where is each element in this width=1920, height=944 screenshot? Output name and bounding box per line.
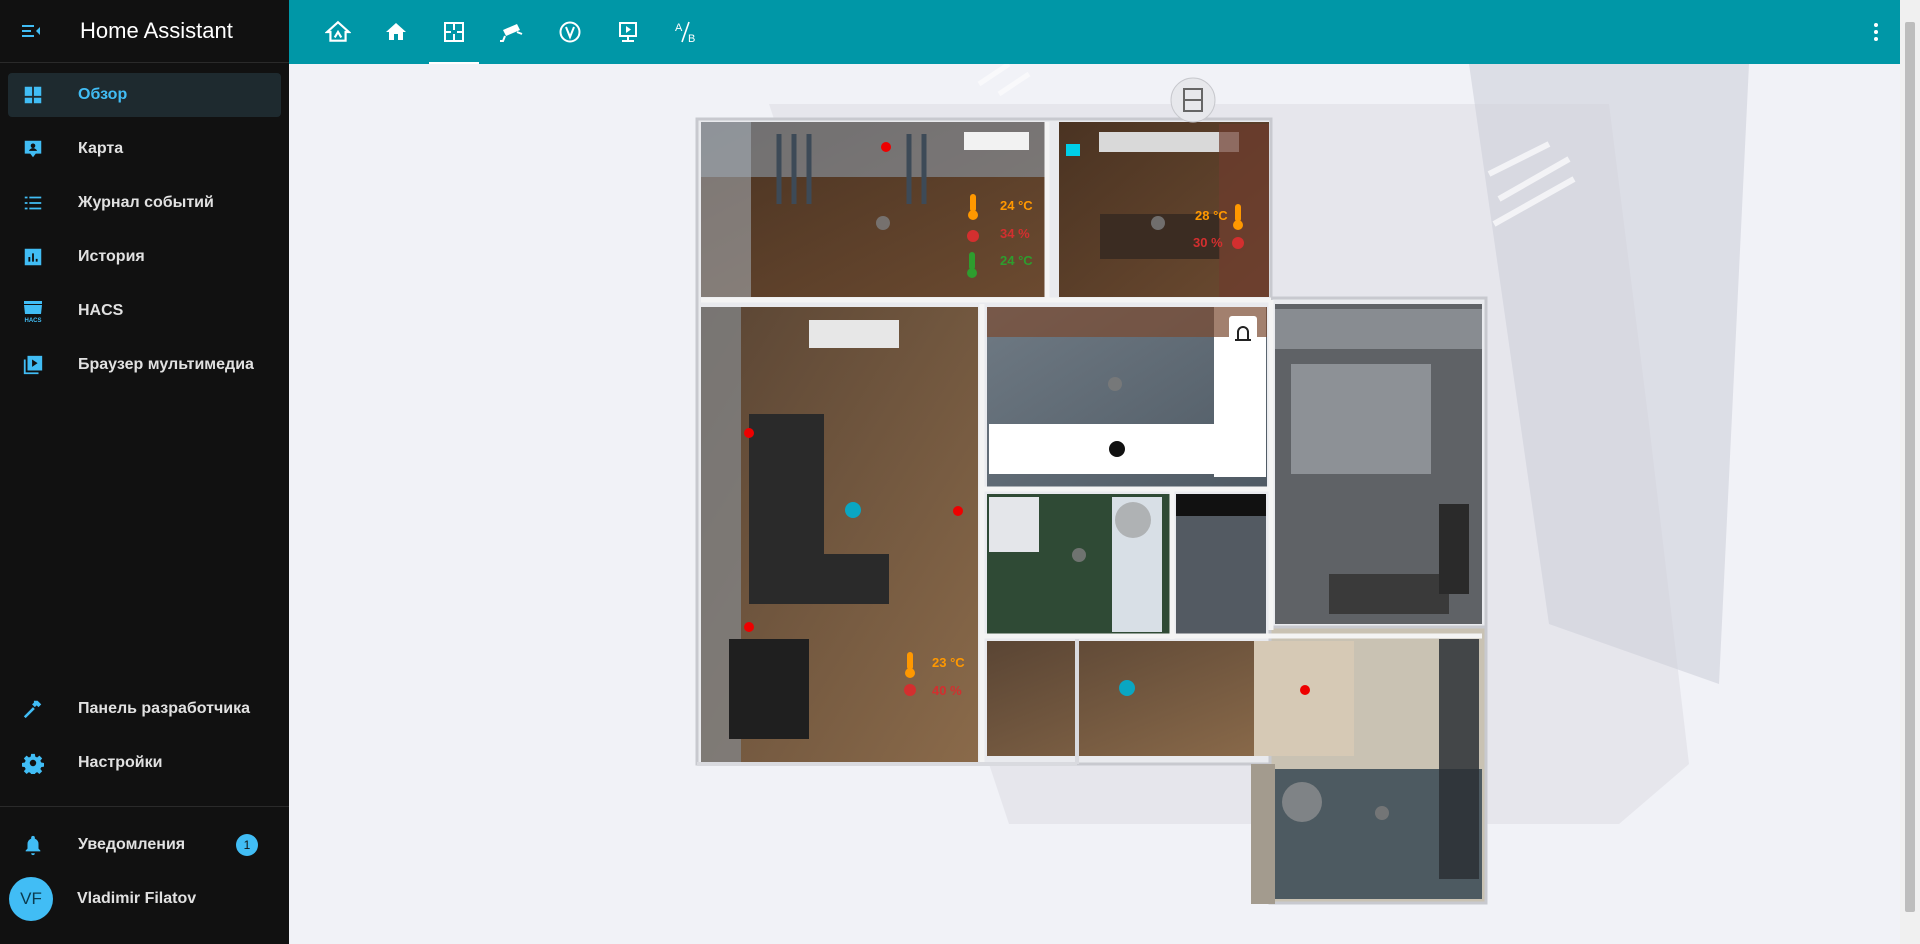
hacs-store-icon: HACS (21, 299, 45, 323)
history-chart-icon (21, 245, 45, 269)
sidebar: Home Assistant Обзор Карта Журнал событи… (0, 0, 289, 944)
bell-icon (21, 833, 45, 857)
sidebar-item-label: HACS (78, 302, 124, 319)
sidebar-item-map[interactable]: Карта (8, 127, 281, 171)
gear-icon (21, 751, 45, 775)
sidebar-item-label: История (78, 248, 145, 265)
sidebar-item-label: Панель разработчика (78, 700, 251, 717)
notification-count-badge: 1 (236, 834, 258, 856)
floorplan-view: 24 °C 34 % 24 °C 28 °C 30 % 23 °C 40 % (289, 64, 1900, 944)
temperature-label[interactable]: 23 °C (932, 655, 965, 670)
sidebar-item-label: Уведомления (78, 836, 186, 853)
tv-play-icon (619, 22, 637, 42)
menu-open-icon (22, 25, 40, 37)
hammer-icon (21, 697, 45, 721)
sidebar-divider (0, 806, 289, 807)
sidebar-item-history[interactable]: История (8, 235, 281, 279)
top-bar: AB (289, 0, 1900, 64)
sidebar-item-media-browser[interactable]: Браузер мультимедиа (8, 343, 281, 387)
svg-text:B: B (688, 33, 695, 45)
svg-text:A: A (675, 22, 683, 34)
temperature-label[interactable]: 28 °C (1195, 208, 1228, 223)
overflow-menu-button[interactable] (1852, 0, 1900, 64)
avatar: VF (9, 877, 53, 921)
tab-cctv[interactable] (483, 0, 541, 64)
temperature-label[interactable]: 24 °C (1000, 198, 1033, 213)
sidebar-item-label: Обзор (78, 86, 128, 103)
media-play-box-icon (21, 353, 45, 377)
menu-collapse-button[interactable] (0, 0, 62, 62)
home-icon (386, 23, 406, 40)
scrollbar-thumb[interactable] (1905, 22, 1915, 912)
humidity-label[interactable]: 40 % (932, 683, 962, 698)
cctv-camera-icon (500, 24, 523, 42)
dots-vertical-icon (1874, 23, 1878, 41)
target-temperature-label[interactable]: 24 °C (1000, 253, 1033, 268)
sidebar-item-label: Браузер мультимедиа (78, 356, 254, 373)
floor-plan-icon (444, 22, 464, 42)
sidebar-item-label: Карта (78, 140, 124, 157)
dashboard-icon (21, 83, 45, 107)
tab-ab[interactable]: AB (657, 0, 715, 64)
map-account-icon (21, 137, 45, 161)
tab-vacuum[interactable] (541, 0, 599, 64)
sidebar-item-logbook[interactable]: Журнал событий (8, 181, 281, 225)
sidebar-item-label: Настройки (78, 754, 163, 771)
sidebar-item-notifications[interactable]: Уведомления 1 (8, 823, 281, 867)
humidity-label[interactable]: 30 % (1193, 235, 1223, 250)
sidebar-item-hacs[interactable]: HACS HACS (8, 289, 281, 333)
sidebar-item-developer-tools[interactable]: Панель разработчика (8, 687, 281, 731)
sidebar-item-settings[interactable]: Настройки (8, 741, 281, 785)
sidebar-item-label: Журнал событий (78, 194, 214, 211)
tab-floorplan[interactable] (425, 0, 483, 64)
vacuum-v-icon (559, 21, 581, 43)
sidebar-item-overview[interactable]: Обзор (8, 73, 281, 117)
app-title: Home Assistant (80, 18, 233, 43)
logbook-icon (21, 191, 45, 215)
tab-tv[interactable] (599, 0, 657, 64)
user-name: Vladimir Filatov (77, 890, 197, 907)
home-automation-icon (325, 20, 351, 42)
tab-home[interactable] (367, 0, 425, 64)
sidebar-item-user[interactable]: VF Vladimir Filatov (8, 877, 281, 921)
svg-text:HACS: HACS (24, 318, 41, 323)
scrollbar[interactable] (1900, 0, 1920, 944)
floorplan-image (695, 64, 1749, 905)
sidebar-header: Home Assistant (0, 0, 289, 63)
tab-home-automation[interactable] (309, 0, 367, 64)
humidity-label[interactable]: 34 % (1000, 226, 1030, 241)
ab-testing-icon: AB (675, 21, 695, 45)
